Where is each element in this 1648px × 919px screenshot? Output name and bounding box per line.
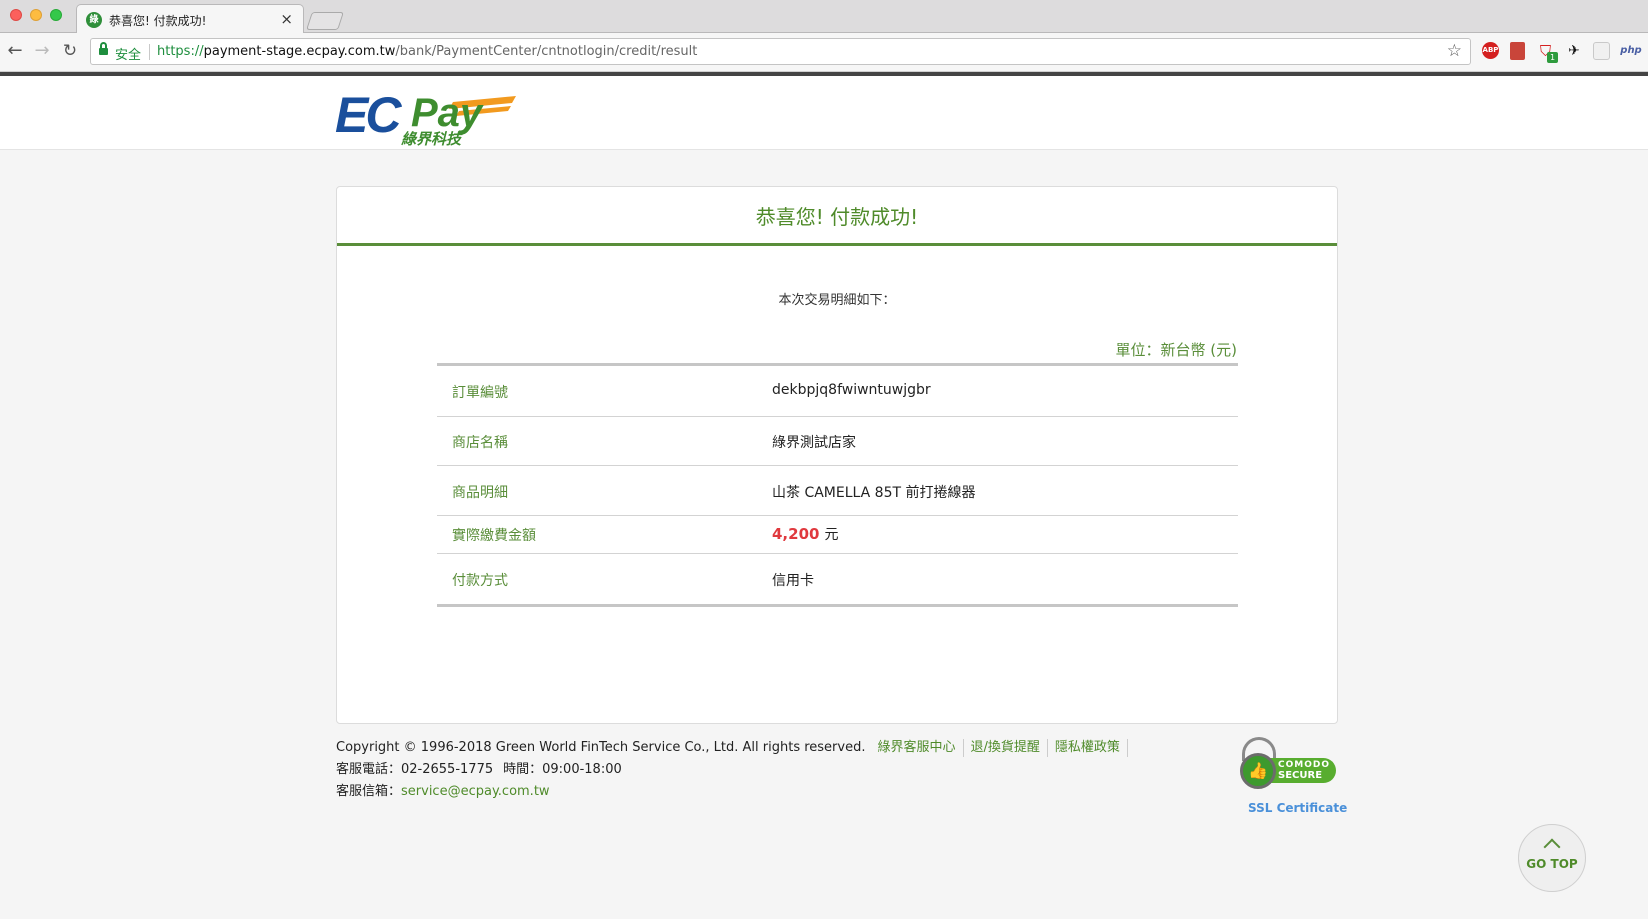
bookmark-icon[interactable]	[1510, 42, 1525, 60]
thumbs-up-icon: 👍	[1240, 753, 1276, 789]
item-detail-label: 商品明細	[452, 485, 508, 501]
privacy-policy-link[interactable]: 隱私權政策	[1055, 740, 1120, 755]
close-window-button[interactable]	[10, 9, 22, 21]
new-tab-button[interactable]	[306, 12, 344, 30]
bird-icon[interactable]: ✈	[1565, 42, 1583, 60]
ghost-icon[interactable]	[1593, 42, 1610, 60]
go-top-label: GO TOP	[1526, 857, 1578, 871]
logo-pay: Pay	[411, 91, 484, 135]
phone-number: 02-2655-1775	[401, 762, 494, 777]
footer-divider	[1046, 738, 1048, 757]
address-bar[interactable]: 安全 https://payment-stage.ecpay.com.tw/ba…	[90, 38, 1471, 65]
bookmark-star-icon[interactable]: ☆	[1447, 41, 1462, 61]
hours-value: 09:00-18:00	[542, 762, 622, 777]
currency-unit: 單位：新台幣 (元)	[1115, 341, 1237, 359]
comodo-secure: SECURE	[1278, 770, 1323, 781]
phone-label: 客服電話：	[336, 762, 402, 777]
go-top-button[interactable]: GO TOP	[1518, 824, 1586, 892]
reload-icon[interactable]: ↻	[59, 40, 81, 62]
payment-result-card: 恭喜您! 付款成功! 本次交易明細如下： 單位：新台幣 (元) 訂單編號 dek…	[336, 186, 1338, 724]
ecpay-favicon-icon: 綠	[86, 12, 102, 28]
item-detail-value: 山茶 CAMELLA 85T 前打捲線器	[772, 485, 976, 501]
email-link[interactable]: service@ecpay.com.tw	[401, 784, 550, 799]
hours-label: 時間：	[503, 762, 543, 777]
amount-currency: 元	[824, 527, 839, 543]
amount-label: 實際繳費金額	[452, 528, 536, 544]
email-label: 客服信箱：	[336, 784, 402, 799]
title-divider	[337, 243, 1337, 246]
comodo-brand: COMODO	[1278, 760, 1330, 770]
omnibox-divider	[149, 44, 150, 60]
order-number-label: 訂單編號	[452, 385, 508, 401]
table-row: 商品明細 山茶 CAMELLA 85T 前打捲線器	[437, 466, 1238, 516]
table-row: 付款方式 信用卡	[437, 554, 1238, 604]
payment-method-label: 付款方式	[452, 573, 508, 589]
shield-icon[interactable]: ⛉ 1	[1537, 42, 1558, 63]
url-path: /bank/PaymentCenter/cntnotlogin/credit/r…	[395, 44, 698, 59]
return-notice-link[interactable]: 退/換貨提醒	[971, 740, 1040, 755]
copyright-text: Copyright © 1996-2018 Green World FinTec…	[336, 740, 866, 755]
url-scheme: https://	[157, 44, 204, 59]
footer-divider	[962, 738, 964, 757]
browser-tab-bar: 綠 恭喜您! 付款成功! ×	[0, 0, 1648, 34]
ssl-seal[interactable]: COMODO SECURE 👍 SSL Certificate	[1240, 737, 1347, 817]
logo-ec: EC	[335, 87, 402, 143]
lock-icon	[99, 42, 108, 56]
footer-email-line: 客服信箱：service@ecpay.com.tw	[336, 780, 550, 799]
php-icon[interactable]: php	[1619, 42, 1643, 60]
footer-copyright-line: Copyright © 1996-2018 Green World FinTec…	[336, 736, 1135, 757]
transaction-table: 訂單編號 dekbpjq8fwiwntuwjgbr 商店名稱 綠界測試店家 商品…	[437, 363, 1238, 607]
adblock-icon[interactable]: ABP	[1482, 42, 1499, 59]
chevron-up-icon	[1543, 838, 1561, 856]
comodo-pill: COMODO SECURE	[1268, 758, 1336, 783]
logo-sub: 綠界科技	[401, 130, 463, 146]
forward-arrow-icon[interactable]: →	[31, 40, 53, 62]
url-text[interactable]: https://payment-stage.ecpay.com.tw/bank/…	[157, 44, 697, 59]
amount-number: 4,200	[772, 525, 820, 543]
store-name-label: 商店名稱	[452, 435, 508, 451]
amount-value: 4,200 元	[772, 524, 838, 544]
customer-service-link[interactable]: 綠界客服中心	[877, 740, 955, 755]
site-header: EC Pay 綠界科技	[0, 76, 1648, 150]
store-name-value: 綠界測試店家	[772, 435, 856, 451]
table-row: 商店名稱 綠界測試店家	[437, 417, 1238, 466]
order-number-value: dekbpjq8fwiwntuwjgbr	[772, 382, 931, 398]
tab-close-icon[interactable]: ×	[280, 10, 293, 28]
result-intro: 本次交易明細如下：	[778, 293, 896, 308]
back-arrow-icon[interactable]: ←	[4, 40, 26, 62]
comodo-badge: COMODO SECURE 👍	[1240, 753, 1336, 793]
ecpay-logo[interactable]: EC Pay 綠界科技	[335, 84, 525, 146]
browser-toolbar: ← → ↻ 安全 https://payment-stage.ecpay.com…	[0, 33, 1648, 72]
minimize-window-button[interactable]	[30, 9, 42, 21]
url-host: payment-stage.ecpay.com.tw	[203, 44, 396, 59]
footer-phone-line: 客服電話：02-2655-1775 時間：09:00-18:00	[336, 758, 622, 777]
result-title: 恭喜您! 付款成功!	[755, 205, 919, 229]
tab-title: 恭喜您! 付款成功!	[109, 14, 207, 28]
table-row: 實際繳費金額 4,200 元	[437, 516, 1238, 554]
maximize-window-button[interactable]	[50, 9, 62, 21]
footer-divider	[1126, 738, 1128, 757]
ssl-certificate-link[interactable]: SSL Certificate	[1248, 801, 1347, 815]
shield-badge: 1	[1547, 52, 1558, 63]
secure-label: 安全	[115, 48, 142, 63]
payment-method-value: 信用卡	[772, 573, 814, 589]
browser-tab[interactable]: 綠 恭喜您! 付款成功! ×	[76, 4, 304, 34]
table-row: 訂單編號 dekbpjq8fwiwntuwjgbr	[437, 366, 1238, 417]
